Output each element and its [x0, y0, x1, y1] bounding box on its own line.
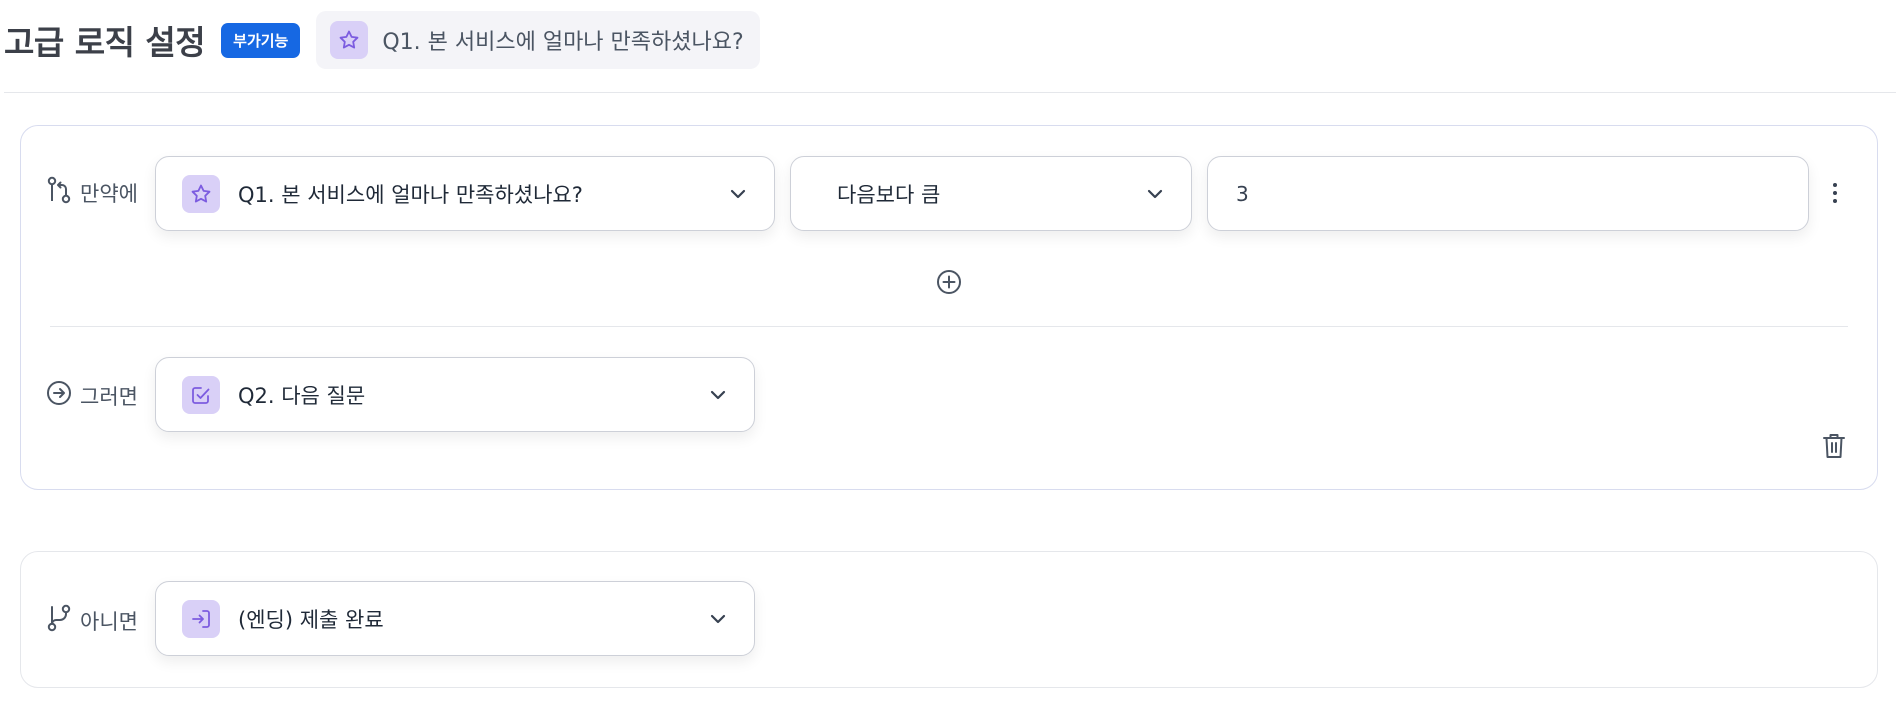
branch-fork-icon [46, 604, 72, 637]
header-divider [4, 92, 1896, 93]
star-icon [330, 21, 369, 59]
operator-value: 다음보다 큼 [837, 182, 941, 207]
chevron-down-icon [708, 385, 728, 405]
if-row-label: 만약에 [46, 176, 138, 209]
operator-select[interactable]: 다음보다 큼 [790, 156, 1192, 231]
addon-badge: 부가기능 [221, 22, 301, 58]
else-label: 아니면 [80, 609, 138, 634]
then-target-value: Q2. 다음 질문 [238, 383, 366, 408]
checkbox-edit-icon [182, 375, 220, 414]
condition-question-value: Q1. 본 서비스에 얼마나 만족하셨나요? [238, 182, 583, 207]
else-target-select[interactable]: (엔딩) 제출 완료 [155, 581, 755, 656]
then-target-select[interactable]: Q2. 다음 질문 [155, 357, 755, 432]
arrow-right-circle-icon [46, 380, 72, 411]
branch-icon [46, 176, 72, 209]
then-label: 그러면 [80, 384, 138, 409]
else-row-label: 아니면 [46, 604, 138, 637]
if-label: 만약에 [80, 181, 138, 206]
chevron-down-icon [728, 184, 748, 204]
then-row-label: 그러면 [46, 380, 138, 411]
current-question-chip: Q1. 본 서비스에 얼마나 만족하셨나요? [316, 11, 760, 69]
delete-rule-icon[interactable] [1822, 432, 1846, 464]
add-condition-icon[interactable] [935, 268, 963, 300]
header: 고급 로직 설정 부가기능 Q1. 본 서비스에 얼마나 만족하셨나요? [0, 10, 760, 70]
condition-value-input[interactable]: 3 [1207, 156, 1809, 231]
chevron-down-icon [708, 609, 728, 629]
page-title: 고급 로직 설정 [4, 23, 206, 62]
condition-question-select[interactable]: Q1. 본 서비스에 얼마나 만족하셨나요? [155, 156, 775, 231]
rule-divider [50, 326, 1848, 327]
star-icon [182, 174, 220, 213]
chevron-down-icon [1145, 184, 1165, 204]
more-options-icon[interactable] [1826, 181, 1844, 209]
login-arrow-icon [182, 599, 220, 638]
question-chip-label: Q1. 본 서비스에 얼마나 만족하셨나요? [382, 30, 744, 55]
else-target-value: (엔딩) 제출 완료 [238, 607, 384, 632]
